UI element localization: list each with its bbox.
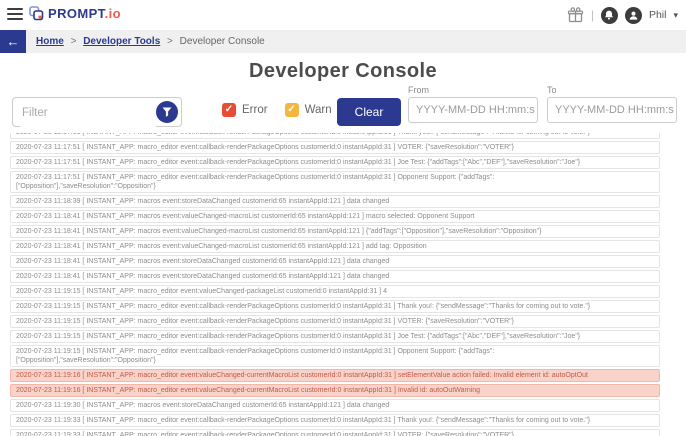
log-row: 2020-07-23 11:18:41 [ INSTANT_APP: macro… [10,210,660,223]
back-button[interactable]: ← [0,30,26,53]
error-filter-checkbox[interactable]: Error [222,103,268,117]
prompt-io-logo[interactable]: PROMPT.io [29,6,121,21]
notifications-bell-icon[interactable] [600,6,618,24]
log-row: 2020-07-23 11:19:16 [ INSTANT_APP: macro… [10,384,660,397]
user-menu-name[interactable]: Phil [649,9,667,21]
chevron-down-icon[interactable]: ▾ [673,10,678,21]
breadcrumb-developer-tools[interactable]: Developer Tools [83,36,160,47]
filter-field [12,97,182,127]
top-header: PROMPT.io | Phil ▾ [0,0,686,30]
error-checkbox-label: Error [242,104,268,116]
error-checkbox-icon [222,103,236,117]
log-row: 2020-07-23 11:19:15 [ INSTANT_APP: macro… [10,300,660,313]
log-row: 2020-07-23 11:18:41 [ INSTANT_APP: macro… [10,270,660,283]
page-title: Developer Console [249,60,437,82]
breadcrumb: Home > Developer Tools > Developer Conso… [36,30,265,53]
log-row: 2020-07-23 11:18:41 [ INSTANT_APP: macro… [10,255,660,268]
warn-filter-checkbox[interactable]: Warn [284,103,332,117]
log-row: 2020-07-23 11:19:33 [ INSTANT_APP: macro… [10,414,660,427]
log-row: 2020-07-23 11:19:15 [ INSTANT_APP: macro… [10,345,660,367]
breadcrumb-home[interactable]: Home [36,36,64,47]
log-row: 2020-07-23 11:17:51 [ INSTANT_APP: macro… [10,133,660,139]
developer-console-screen: PROMPT.io | Phil ▾ ← Home > Developer To… [0,0,686,436]
log-row: 2020-07-23 11:19:30 [ INSTANT_APP: macro… [10,399,660,412]
breadcrumb-separator: > [167,36,173,47]
log-row: 2020-07-23 11:17:51 [ INSTANT_APP: macro… [10,141,660,154]
hamburger-menu-icon[interactable] [7,8,23,21]
clear-button[interactable]: Clear [337,98,401,126]
back-arrow-icon: ← [6,34,20,49]
logo-squares-icon [29,6,44,21]
from-date-field: From [408,85,540,123]
breadcrumb-bar: ← Home > Developer Tools > Developer Con… [0,30,686,53]
logo-text: PROMPT.io [48,6,121,21]
to-date-field: To [547,85,679,123]
warn-checkbox-label: Warn [304,104,332,116]
log-row: 2020-07-23 11:19:15 [ INSTANT_APP: macro… [10,330,660,343]
user-avatar-icon[interactable] [624,6,642,24]
log-row: 2020-07-23 11:18:41 [ INSTANT_APP: macro… [10,240,660,253]
log-row: 2020-07-23 11:19:15 [ INSTANT_APP: macro… [10,285,660,298]
filter-input[interactable] [20,99,156,127]
log-row: 2020-07-23 11:18:41 [ INSTANT_APP: macro… [10,225,660,238]
log-row: 2020-07-23 11:17:51 [ INSTANT_APP: macro… [10,171,660,193]
from-label: From [408,85,429,95]
filter-funnel-icon[interactable] [156,101,178,123]
log-row: 2020-07-23 11:17:51 [ INSTANT_APP: macro… [10,156,660,169]
breadcrumb-separator: > [70,36,77,47]
from-date-input[interactable] [408,97,538,123]
warn-checkbox-icon [284,103,299,117]
gift-icon[interactable] [567,6,584,24]
log-row: 2020-07-23 11:19:15 [ INSTANT_APP: macro… [10,315,660,328]
log-row: 2020-07-23 11:19:16 [ INSTANT_APP: macro… [10,369,660,382]
to-date-input[interactable] [547,97,677,123]
log-list[interactable]: 2020-07-23 11:17:51 [ INSTANT_APP: macro… [10,133,660,436]
header-divider: | [590,8,594,22]
to-label: To [547,85,557,95]
header-actions: | Phil ▾ [567,0,678,30]
log-row: 2020-07-23 11:18:39 [ INSTANT_APP: macro… [10,195,660,208]
log-entries: 2020-07-23 11:17:51 [ INSTANT_APP: macro… [10,133,660,436]
log-row: 2020-07-23 11:19:33 [ INSTANT_APP: macro… [10,429,660,436]
breadcrumb-current: Developer Console [179,36,265,47]
